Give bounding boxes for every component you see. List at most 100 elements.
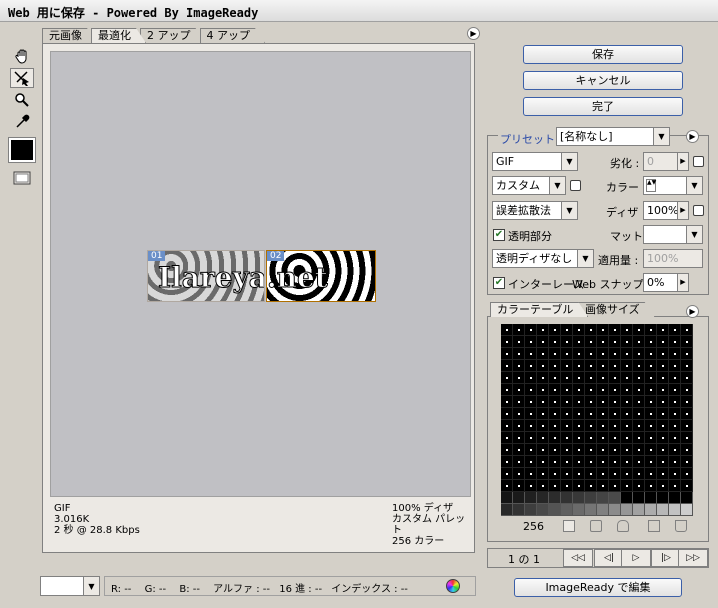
color-swatch[interactable]	[621, 480, 633, 492]
color-swatch[interactable]	[501, 324, 513, 336]
color-swatch[interactable]	[645, 360, 657, 372]
color-swatch[interactable]	[525, 480, 537, 492]
color-swatch[interactable]	[609, 432, 621, 444]
color-swatch[interactable]	[525, 468, 537, 480]
color-swatch[interactable]	[501, 348, 513, 360]
color-swatch[interactable]	[609, 456, 621, 468]
gray-swatch[interactable]	[525, 492, 537, 504]
gray-swatch[interactable]	[561, 504, 573, 516]
color-swatch[interactable]	[525, 372, 537, 384]
color-swatch[interactable]	[609, 408, 621, 420]
color-swatch[interactable]	[657, 456, 669, 468]
color-swatch[interactable]	[657, 420, 669, 432]
color-swatch[interactable]	[645, 468, 657, 480]
color-swatch[interactable]	[597, 420, 609, 432]
color-swatch[interactable]	[537, 444, 549, 456]
color-swatch[interactable]	[621, 444, 633, 456]
color-swatch[interactable]	[681, 420, 693, 432]
color-swatch[interactable]	[669, 420, 681, 432]
color-swatch[interactable]	[525, 384, 537, 396]
gray-swatch[interactable]	[549, 492, 561, 504]
color-swatch[interactable]	[585, 384, 597, 396]
color-swatch[interactable]	[633, 324, 645, 336]
last-frame-button[interactable]: ▷▷	[678, 549, 708, 567]
color-swatch[interactable]	[585, 480, 597, 492]
eyedropper-color-swatch[interactable]	[8, 137, 36, 163]
dither-mask-icon[interactable]	[693, 205, 704, 216]
color-swatch[interactable]	[681, 396, 693, 408]
color-swatch[interactable]	[657, 480, 669, 492]
color-swatch[interactable]	[669, 324, 681, 336]
gray-swatch[interactable]	[621, 504, 633, 516]
color-swatch[interactable]	[621, 456, 633, 468]
color-swatch[interactable]	[561, 420, 573, 432]
color-swatch[interactable]	[549, 456, 561, 468]
slice-select-tool-icon[interactable]	[10, 68, 34, 88]
color-swatch[interactable]	[573, 348, 585, 360]
color-swatch[interactable]	[621, 336, 633, 348]
gray-swatch[interactable]	[537, 504, 549, 516]
color-swatch[interactable]	[549, 360, 561, 372]
amount-input[interactable]: 100%	[643, 249, 703, 268]
color-swatch[interactable]	[573, 372, 585, 384]
gray-swatch[interactable]	[573, 504, 585, 516]
gray-swatch[interactable]	[645, 504, 657, 516]
slice-02-image[interactable]: 02 Ilareya.net	[266, 250, 376, 302]
color-swatch[interactable]	[549, 468, 561, 480]
settings-menu-arrow-icon[interactable]: ▶	[686, 130, 699, 143]
color-swatch[interactable]	[645, 384, 657, 396]
gray-swatch[interactable]	[669, 492, 681, 504]
color-swatch[interactable]	[561, 384, 573, 396]
color-swatch[interactable]	[669, 372, 681, 384]
color-swatch[interactable]	[549, 432, 561, 444]
color-swatch[interactable]	[597, 396, 609, 408]
color-swatch[interactable]	[561, 372, 573, 384]
color-swatch[interactable]	[669, 456, 681, 468]
color-swatch[interactable]	[525, 360, 537, 372]
color-swatch[interactable]	[537, 336, 549, 348]
color-swatch[interactable]	[549, 384, 561, 396]
color-swatch[interactable]	[585, 360, 597, 372]
color-swatch[interactable]	[501, 468, 513, 480]
color-swatch[interactable]	[633, 360, 645, 372]
color-swatch[interactable]	[657, 324, 669, 336]
view-menu-arrow-icon[interactable]: ▶	[467, 27, 480, 40]
color-swatch[interactable]	[633, 336, 645, 348]
gray-swatch[interactable]	[681, 492, 693, 504]
color-swatch[interactable]	[681, 384, 693, 396]
color-swatch[interactable]	[669, 348, 681, 360]
color-swatch[interactable]	[633, 444, 645, 456]
color-swatch[interactable]	[549, 324, 561, 336]
color-swatch[interactable]	[525, 324, 537, 336]
color-swatch[interactable]	[537, 420, 549, 432]
color-swatch[interactable]	[561, 348, 573, 360]
color-swatch[interactable]	[525, 432, 537, 444]
color-swatch[interactable]	[633, 456, 645, 468]
color-swatch[interactable]	[669, 480, 681, 492]
color-swatch[interactable]	[513, 456, 525, 468]
color-swatch[interactable]	[537, 348, 549, 360]
preset-select[interactable]: [名称なし] ▼	[556, 127, 670, 146]
color-swatch[interactable]	[525, 408, 537, 420]
previous-frame-button[interactable]: ◁|	[594, 549, 624, 567]
color-swatch[interactable]	[561, 468, 573, 480]
color-swatch[interactable]	[609, 336, 621, 348]
color-swatch[interactable]	[657, 372, 669, 384]
color-swatch[interactable]	[621, 384, 633, 396]
color-swatch[interactable]	[525, 444, 537, 456]
color-swatch[interactable]	[669, 396, 681, 408]
color-swatch[interactable]	[513, 396, 525, 408]
color-swatch[interactable]	[549, 420, 561, 432]
color-swatch[interactable]	[681, 468, 693, 480]
color-swatch[interactable]	[597, 348, 609, 360]
dither-algorithm-select[interactable]: 誤差拡散法 ▼	[492, 201, 578, 220]
color-swatch[interactable]	[537, 324, 549, 336]
color-swatch[interactable]	[513, 408, 525, 420]
color-swatch[interactable]	[597, 384, 609, 396]
color-swatch[interactable]	[561, 480, 573, 492]
done-button[interactable]: 完了	[523, 97, 683, 116]
color-swatch[interactable]	[537, 396, 549, 408]
color-swatch[interactable]	[585, 420, 597, 432]
color-swatch[interactable]	[609, 324, 621, 336]
color-swatch[interactable]	[609, 360, 621, 372]
